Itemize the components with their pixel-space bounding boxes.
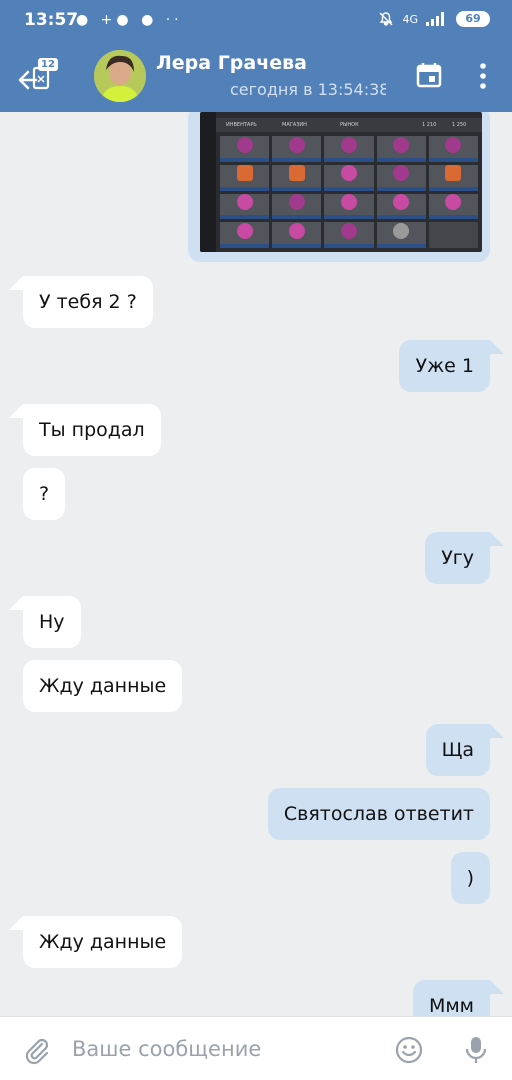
bubble-tail bbox=[490, 724, 504, 738]
sticker-item bbox=[376, 193, 426, 220]
signal-icon bbox=[426, 12, 444, 26]
mute-bell-icon bbox=[379, 12, 393, 26]
screenshot-item-grid bbox=[220, 136, 478, 248]
sticker-item bbox=[376, 136, 426, 162]
message-input[interactable] bbox=[72, 1031, 372, 1067]
more-options-button[interactable] bbox=[470, 60, 496, 92]
sticker-item bbox=[428, 164, 478, 191]
sticker-item bbox=[220, 136, 270, 162]
status-time: 13:57 bbox=[24, 10, 79, 30]
avatar[interactable] bbox=[94, 50, 146, 102]
screenshot-badge: 1 250 bbox=[452, 122, 467, 128]
sticker-item bbox=[324, 222, 374, 248]
message-list[interactable]: ИНВЕНТАРЬ МАГАЗИН РЫНОК 1 210 1 250 У те… bbox=[0, 112, 512, 1016]
sticker-item bbox=[220, 222, 270, 248]
calendar-icon bbox=[416, 63, 442, 88]
emoji-button[interactable] bbox=[395, 1036, 423, 1064]
back-button[interactable]: 12 bbox=[14, 54, 58, 98]
notification-icons: ● +● ● ⋅⋅ bbox=[76, 12, 183, 28]
chat-header: 12 Лера Грачева сегодня в 13:54:38 bbox=[0, 40, 512, 112]
more-vertical-icon bbox=[480, 63, 486, 89]
screenshot-tabs: ИНВЕНТАРЬ МАГАЗИН РЫНОК 1 210 1 250 bbox=[216, 118, 482, 132]
screenshot-badge: 1 210 bbox=[422, 122, 437, 128]
attach-button[interactable] bbox=[22, 1035, 52, 1065]
outgoing-message[interactable]: ) bbox=[450, 852, 490, 904]
screenshot-tab: МАГАЗИН bbox=[282, 122, 307, 128]
sticker-item bbox=[220, 193, 270, 220]
sticker-item bbox=[324, 136, 374, 162]
incoming-message[interactable]: Ты продал bbox=[23, 404, 161, 456]
sticker-item bbox=[220, 164, 270, 191]
outgoing-message[interactable]: Святослав ответит bbox=[267, 788, 490, 840]
empty-slot bbox=[428, 222, 478, 248]
top-bar: 13:57 ● +● ● ⋅⋅ 4G 69 12 Лера Грачева се… bbox=[0, 0, 512, 112]
outgoing-message[interactable]: Ща bbox=[425, 724, 490, 776]
avatar-photo bbox=[94, 50, 146, 102]
bubble-tail bbox=[9, 404, 23, 418]
voice-message-button[interactable] bbox=[464, 1035, 488, 1065]
incoming-message[interactable]: Жду данные bbox=[23, 916, 183, 968]
bubble-tail bbox=[9, 916, 23, 930]
incoming-message[interactable]: Жду данные bbox=[23, 660, 183, 712]
battery-indicator: 69 bbox=[456, 11, 490, 27]
contact-name[interactable]: Лера Грачева bbox=[156, 52, 307, 74]
calendar-button[interactable] bbox=[414, 60, 444, 90]
bubble-tail bbox=[9, 276, 23, 290]
sticker-item bbox=[324, 193, 374, 220]
incoming-message[interactable]: ? bbox=[23, 468, 66, 520]
system-icons: 4G 69 bbox=[378, 11, 490, 27]
paperclip-icon bbox=[25, 1038, 49, 1065]
sticker-item bbox=[272, 136, 322, 162]
outgoing-message[interactable]: Ммм bbox=[412, 980, 490, 1016]
bubble-tail bbox=[9, 596, 23, 610]
sticker-item bbox=[272, 222, 322, 248]
network-type: 4G bbox=[402, 12, 418, 26]
photo-message[interactable]: ИНВЕНТАРЬ МАГАЗИН РЫНОК 1 210 1 250 bbox=[188, 112, 490, 262]
sticker-item bbox=[428, 193, 478, 220]
outgoing-message[interactable]: Угу bbox=[425, 532, 490, 584]
bubble-tail bbox=[490, 980, 504, 994]
sticker-item bbox=[272, 193, 322, 220]
sticker-item bbox=[324, 164, 374, 191]
screenshot-tab: РЫНОК bbox=[340, 122, 359, 128]
sticker-item bbox=[376, 222, 426, 248]
bubble-tail bbox=[490, 532, 504, 546]
sticker-item bbox=[272, 164, 322, 191]
outgoing-message[interactable]: Уже 1 bbox=[399, 340, 490, 392]
status-bar: 13:57 ● +● ● ⋅⋅ 4G 69 bbox=[0, 0, 512, 40]
unread-badge: 12 bbox=[38, 58, 58, 71]
bubble-tail bbox=[490, 340, 504, 354]
composer-bar bbox=[0, 1016, 512, 1080]
incoming-message[interactable]: Ну bbox=[23, 596, 81, 648]
smile-icon bbox=[395, 1036, 423, 1064]
microphone-icon bbox=[465, 1037, 487, 1063]
sticker-item bbox=[428, 136, 478, 162]
screenshot-tab: ИНВЕНТАРЬ bbox=[226, 122, 257, 128]
inventory-screenshot-image[interactable]: ИНВЕНТАРЬ МАГАЗИН РЫНОК 1 210 1 250 bbox=[200, 112, 482, 252]
last-seen-status: сегодня в 13:54:38 bbox=[230, 80, 386, 99]
screenshot-sidebar bbox=[200, 112, 216, 252]
incoming-message[interactable]: У тебя 2 ? bbox=[23, 276, 153, 328]
sticker-item bbox=[376, 164, 426, 191]
